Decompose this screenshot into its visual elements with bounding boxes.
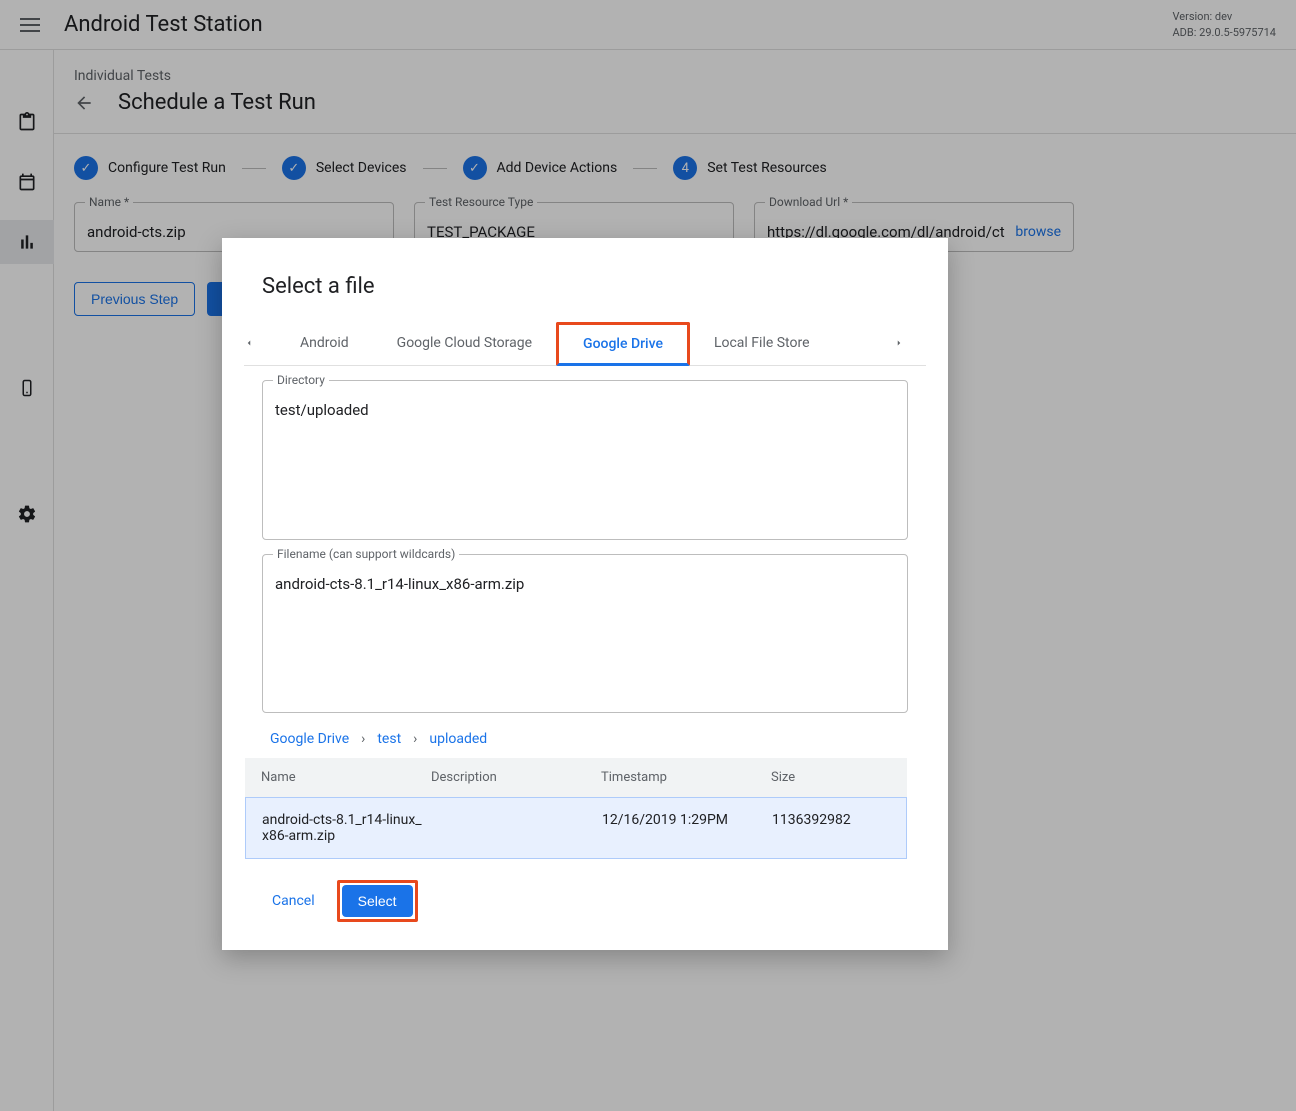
cancel-button[interactable]: Cancel [262, 885, 325, 917]
file-table-header: Name Description Timestamp Size [245, 758, 907, 797]
chevron-right-icon: › [361, 731, 365, 747]
directory-field[interactable]: Directory test/uploaded [262, 380, 908, 540]
tab-android[interactable]: Android [276, 321, 373, 365]
select-file-dialog: Select a file Android Google Cloud Stora… [222, 238, 948, 950]
chevron-right-icon: › [413, 731, 417, 747]
path-breadcrumb: Google Drive › test › uploaded [262, 727, 908, 757]
select-button[interactable]: Select [342, 885, 413, 917]
tab-google-cloud-storage[interactable]: Google Cloud Storage [373, 321, 556, 365]
dialog-title: Select a file [262, 274, 908, 299]
file-table-row[interactable]: android-cts-8.1_r14-linux_x86-arm.zip 12… [245, 797, 907, 859]
tabs-scroll-left[interactable] [244, 336, 276, 350]
tabs-scroll-right[interactable] [894, 336, 926, 350]
tab-google-drive[interactable]: Google Drive [556, 322, 690, 366]
filename-field[interactable]: Filename (can support wildcards) android… [262, 554, 908, 714]
tab-local-file-store[interactable]: Local File Store [690, 321, 834, 365]
crumb-root[interactable]: Google Drive [270, 731, 349, 747]
crumb-test[interactable]: test [377, 731, 401, 747]
crumb-uploaded[interactable]: uploaded [429, 731, 487, 747]
